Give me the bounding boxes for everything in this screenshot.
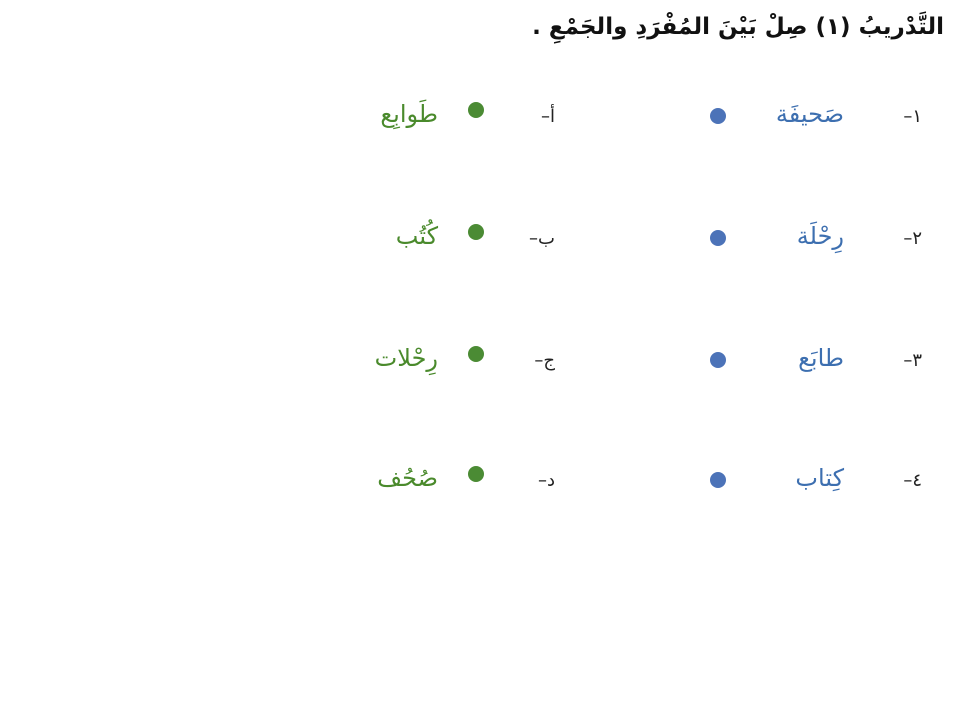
singular-word: طابَع	[798, 344, 844, 372]
singular-number: ١–	[903, 106, 922, 127]
singular-connector-dot[interactable]	[710, 352, 726, 368]
plural-connector-dot[interactable]	[468, 102, 484, 118]
plural-connector-dot[interactable]	[468, 346, 484, 362]
plural-word: رِحْلات	[374, 344, 438, 372]
plural-connector-dot[interactable]	[468, 466, 484, 482]
singular-connector-dot[interactable]	[710, 108, 726, 124]
plural-letter: أ–	[540, 106, 555, 127]
match-row-4: ٤– كِتاب د– صُحُف	[0, 464, 960, 530]
plural-letter: ج–	[534, 350, 555, 371]
singular-word: كِتاب	[795, 464, 844, 492]
singular-number: ٢–	[903, 228, 922, 249]
plural-connector-dot[interactable]	[468, 224, 484, 240]
exercise-title: التَّدْريبُ (١) صِلْ بَيْنَ المُفْرَدِ و…	[532, 14, 944, 40]
plural-word: كُتُب	[395, 222, 438, 250]
singular-word: رِحْلَة	[796, 222, 844, 250]
singular-word: صَحيفَة	[775, 100, 844, 128]
singular-number: ٣–	[903, 350, 922, 371]
singular-number: ٤–	[903, 470, 922, 491]
singular-connector-dot[interactable]	[710, 472, 726, 488]
match-row-2: ٢– رِحْلَة ب– كُتُب	[0, 222, 960, 288]
singular-connector-dot[interactable]	[710, 230, 726, 246]
match-row-1: ١– صَحيفَة أ– طَوابِع	[0, 100, 960, 166]
plural-word: طَوابِع	[380, 100, 438, 128]
plural-letter: د–	[537, 470, 555, 491]
plural-letter: ب–	[529, 228, 555, 249]
plural-word: صُحُف	[377, 464, 438, 492]
match-row-3: ٣– طابَع ج– رِحْلات	[0, 344, 960, 410]
